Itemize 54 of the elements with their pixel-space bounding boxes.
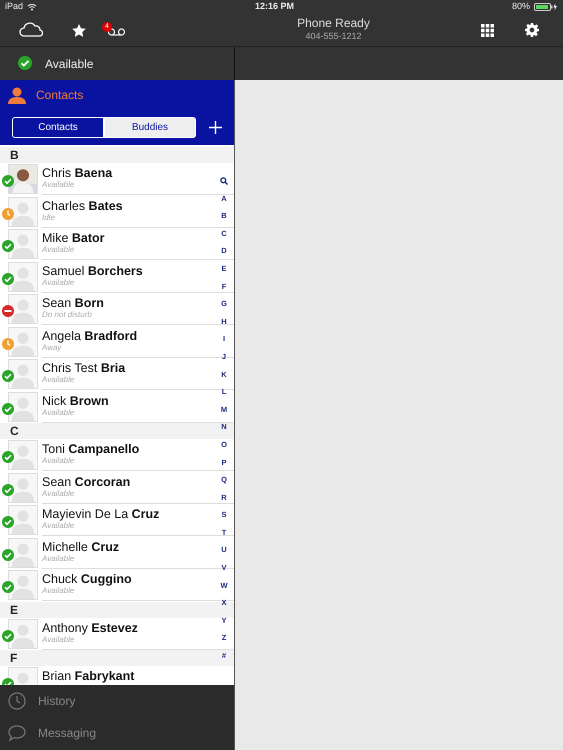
contact-name[interactable]: Chris Test Bria: [42, 361, 126, 376]
contact-status: Available: [42, 278, 74, 288]
contact-name[interactable]: Chris Baena: [42, 166, 112, 180]
nav-item[interactable]: History: [38, 692, 76, 710]
contact-name[interactable]: Anthony Estevez: [42, 620, 138, 635]
contact-name[interactable]: Sean Corcoran: [42, 474, 130, 489]
section-title: Contacts: [36, 87, 84, 104]
section-letter: B: [10, 148, 19, 162]
contact-name[interactable]: Mayievin De La Cruz: [42, 507, 160, 522]
window-title: Phone Ready: [296, 16, 371, 30]
cloud-icon[interactable]: [19, 22, 43, 38]
contact-status: Available: [42, 554, 74, 564]
contact-name[interactable]: Michelle Cruz: [42, 540, 120, 554]
section-letter: C: [10, 424, 19, 438]
segment-tab[interactable]: Contacts: [12, 117, 104, 138]
section-letter: E: [10, 602, 18, 616]
section-letter: F: [10, 651, 18, 665]
contact-status: Available: [42, 245, 74, 256]
wifi-icon: [27, 3, 38, 11]
contact-name[interactable]: Sean Born: [42, 296, 104, 310]
contact-name[interactable]: Toni Campanello: [42, 442, 140, 456]
add-icon[interactable]: [209, 121, 222, 134]
settings-icon[interactable]: [525, 23, 539, 37]
contact-status: Available: [42, 456, 74, 466]
star-icon[interactable]: [72, 24, 86, 36]
contact-status: Available: [42, 375, 74, 386]
contact-name[interactable]: Charles Bates: [42, 198, 123, 213]
contact-status: Available: [42, 408, 74, 418]
presence-label[interactable]: Available: [45, 54, 94, 72]
contact-status: Idle: [42, 212, 55, 223]
contact-status: Available: [42, 488, 74, 499]
battery-percent: 80%: [512, 0, 530, 14]
contact-status: Do not disturb: [42, 310, 92, 320]
phone-number: 404-555-1212: [304, 30, 363, 44]
battery-icon: [534, 3, 558, 11]
contact-status: Available: [42, 180, 74, 190]
contact-status: Available: [42, 521, 74, 532]
keypad-icon[interactable]: [481, 24, 494, 36]
contact-name[interactable]: Nick Brown: [42, 394, 109, 408]
contact-status: Available: [42, 586, 74, 596]
voicemail-icon[interactable]: [108, 28, 125, 36]
nav-item[interactable]: Messaging: [38, 724, 96, 742]
search-icon[interactable]: [220, 177, 228, 185]
contact-name[interactable]: Brian Fabrykant: [42, 669, 134, 684]
contact-name[interactable]: Chuck Cuggino: [42, 572, 132, 586]
clock: 12:16 PM: [254, 1, 294, 12]
contact-name[interactable]: Angela Bradford: [42, 328, 138, 343]
person-icon: [8, 86, 26, 104]
contact-status: Away: [42, 342, 62, 353]
segment-tab[interactable]: Buddies: [104, 117, 196, 138]
carrier-label: iPad: [5, 0, 24, 14]
contact-name[interactable]: Mike Bator: [42, 231, 105, 246]
contact-status: Available: [42, 634, 74, 645]
contact-name[interactable]: Samuel Borchers: [42, 264, 143, 278]
